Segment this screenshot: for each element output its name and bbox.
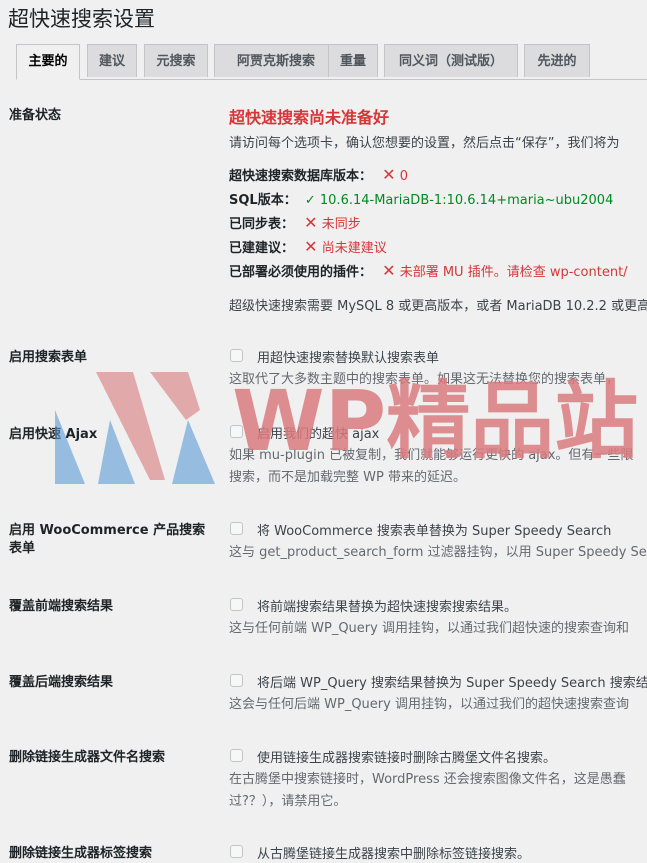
status-item-label: 超快速搜索数据库版本： — [229, 169, 373, 184]
status-item-built-suggestions: 已建建议： ✕ 尚未建建议 — [229, 237, 387, 256]
cross-icon: ✕ — [382, 261, 396, 280]
setting-desc-fast-ajax-2: 搜索，而不是加载完整 WP 带来的延迟。 — [229, 470, 466, 485]
setting-label-link-builder-filename: 删除链接生成器文件名搜索 — [9, 750, 166, 765]
cross-icon: ✕ — [382, 165, 396, 184]
setting-desc-search-form: 这取代了大多数主题中的搜索表单。如果这无法替换您的搜索表单， — [229, 372, 620, 387]
status-item-value: 10.6.14-MariaDB-1:10.6.14+maria~ubu2004 — [319, 193, 614, 208]
setting-label-line: 启用 WooCommerce 产品搜索 — [9, 523, 206, 538]
setting-option-search-form: 用超快速搜索替换默认搜索表单 — [257, 351, 440, 366]
settings-tabs: 主要的 建议 元搜索 阿贾克斯搜索 重量 同义词（测试版） 先进的 — [16, 44, 647, 80]
setting-desc-link-builder-filename-2: 过?？），请禁用它。 — [229, 794, 347, 809]
status-item-value: 尚未建建议 — [321, 241, 387, 256]
setting-desc-frontend-results: 这与任何前端 WP_Query 调用挂钩，以通过我们超快速的搜索查询和 — [229, 621, 629, 636]
setting-option-woocommerce: 将 WooCommerce 搜索表单替换为 Super Speedy Searc… — [257, 524, 612, 539]
tab-ajax-search[interactable]: 阿贾克斯搜索 — [214, 44, 338, 77]
check-icon: ✓ — [304, 193, 316, 208]
setting-desc-woocommerce: 这与 get_product_search_form 过滤器挂钩，以用 Supe… — [229, 545, 647, 560]
setting-option-frontend-results: 将前端搜索结果替换为超快速搜索搜索结果。 — [257, 600, 518, 615]
status-title: 超快速搜索尚未准备好 — [229, 108, 390, 127]
setting-label-line: 表单 — [9, 541, 36, 556]
status-item-value: 0 — [399, 169, 408, 184]
setting-option-backend-results: 将后端 WP_Query 搜索结果替换为 Super Speedy Search… — [257, 676, 647, 691]
page-title: 超快速搜索设置 — [8, 7, 155, 31]
remove-tag-search-checkbox[interactable] — [230, 845, 243, 858]
setting-label-woocommerce: 启用 WooCommerce 产品搜索 表单 — [9, 522, 209, 558]
enable-woocommerce-search-checkbox[interactable] — [230, 522, 243, 535]
status-label: 准备状态 — [9, 108, 62, 123]
remove-filename-search-checkbox[interactable] — [230, 749, 243, 762]
tab-weights[interactable]: 重量 — [328, 44, 378, 77]
cross-icon: ✕ — [304, 237, 318, 256]
status-note: 超级快速搜索需要 MySQL 8 或更高版本，或者 MariaDB 10.2.2… — [229, 299, 647, 314]
enable-fast-ajax-checkbox[interactable] — [230, 425, 243, 438]
status-intro: 请访问每个选项卡，确认您想要的设置，然后点击“保存”，我们将为 — [229, 136, 620, 151]
tab-meta-search[interactable]: 元搜索 — [144, 44, 208, 77]
tab-main[interactable]: 主要的 — [16, 44, 80, 80]
status-item-label: SQL版本： — [229, 193, 297, 208]
tab-advanced[interactable]: 先进的 — [524, 44, 590, 77]
cross-icon: ✕ — [304, 213, 318, 232]
override-backend-results-checkbox[interactable] — [230, 674, 243, 687]
status-item-db-version: 超快速搜索数据库版本： ✕ 0 — [229, 165, 408, 184]
setting-label-search-form: 启用搜索表单 — [9, 350, 88, 365]
status-item-label: 已同步表： — [229, 217, 295, 232]
status-item-sql-version: SQL版本： ✓ 10.6.14-MariaDB-1:10.6.14+maria… — [229, 189, 613, 208]
setting-label-backend-results: 覆盖后端搜索结果 — [9, 675, 114, 690]
setting-desc-backend-results: 这会与任何后端 WP_Query 调用挂钩，以通过我们的超快速搜索查询 — [229, 697, 629, 712]
status-item-label: 已部署必须使用的插件： — [229, 265, 373, 280]
status-item-synced-tables: 已同步表： ✕ 未同步 — [229, 213, 361, 232]
setting-label-frontend-results: 覆盖前端搜索结果 — [9, 599, 114, 614]
setting-label-fast-ajax: 启用快速 Ajax — [9, 427, 98, 442]
tab-suggestions[interactable]: 建议 — [87, 44, 137, 77]
status-item-label: 已建建议： — [229, 241, 295, 256]
override-frontend-results-checkbox[interactable] — [230, 598, 243, 611]
tab-synonyms[interactable]: 同义词（测试版） — [384, 44, 518, 77]
status-item-value: 未同步 — [321, 217, 361, 232]
enable-search-form-checkbox[interactable] — [230, 349, 243, 362]
setting-option-fast-ajax: 启用我们的超快 ajax — [257, 427, 380, 442]
setting-label-link-builder-tags: 删除链接生成器标签搜索 — [9, 846, 153, 861]
setting-desc-fast-ajax: 如果 mu-plugin 已被复制，我们就能够运行更快的 ajax。但有一些限 — [229, 448, 634, 463]
status-item-mu-plugin: 已部署必须使用的插件： ✕ 未部署 MU 插件。请检查 wp-content/ — [229, 261, 628, 280]
setting-desc-link-builder-filename: 在古腾堡中搜索链接时，WordPress 还会搜索图像文件名，这是愚蠢 — [229, 772, 626, 787]
status-item-value: 未部署 MU 插件。请检查 wp-content/ — [399, 265, 628, 280]
setting-option-link-builder-filename: 使用链接生成器搜索链接时删除古腾堡文件名搜索。 — [257, 751, 557, 766]
